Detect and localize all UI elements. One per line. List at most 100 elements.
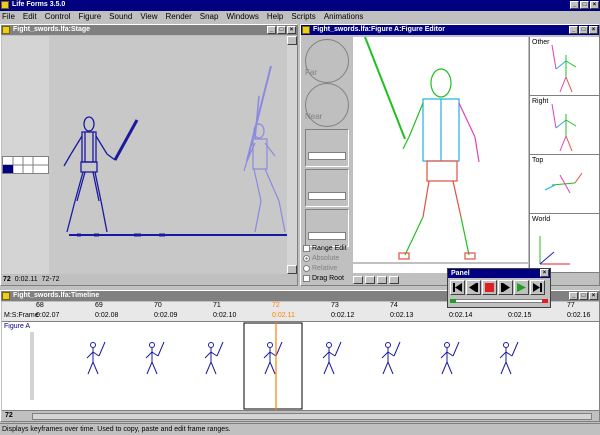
- maximize-icon[interactable]: □: [579, 292, 588, 300]
- keyframe-figure[interactable]: [204, 341, 224, 375]
- stage-title: Fight_swords.lfa:Stage: [13, 26, 91, 33]
- timeline-hscroll[interactable]: [32, 413, 592, 420]
- play-icon[interactable]: [514, 280, 529, 295]
- stage-window-icon: [2, 26, 10, 34]
- menu-item-scripts[interactable]: Scripts: [291, 11, 315, 23]
- ruler-frame: 68: [36, 302, 44, 309]
- checkbox-icon: [303, 274, 310, 282]
- go-to-end-icon[interactable]: [530, 280, 545, 295]
- ruler-frame: 71: [213, 302, 221, 309]
- view-toggle-icon[interactable]: [389, 276, 399, 284]
- timeline-footer-frame: 72: [5, 412, 13, 419]
- close-icon[interactable]: ×: [589, 292, 598, 300]
- ruler-frame: 77: [567, 302, 575, 309]
- step-back-icon[interactable]: [466, 280, 481, 295]
- ruler-frame: 69: [95, 302, 103, 309]
- timeline-track[interactable]: Figure A: [2, 322, 599, 410]
- timeline-keyframes[interactable]: [2, 322, 599, 410]
- keyframe-figure[interactable]: [263, 341, 283, 375]
- menu-item-edit[interactable]: Edit: [23, 11, 37, 23]
- menu-item-render[interactable]: Render: [166, 11, 192, 23]
- stage-titlebar: Fight_swords.lfa:Stage _ □ ×: [1, 25, 297, 35]
- ruler-frame: 70: [154, 302, 162, 309]
- stage-vscroll[interactable]: [287, 36, 297, 274]
- ruler-time: 0:02.16: [567, 312, 591, 319]
- close-icon[interactable]: ×: [589, 26, 598, 34]
- close-icon[interactable]: ×: [540, 269, 549, 277]
- menu-item-animations[interactable]: Animations: [324, 11, 364, 23]
- ruler-frame: 74: [390, 302, 398, 309]
- editor-canvas[interactable]: [353, 37, 528, 273]
- stage-grid-widget[interactable]: [2, 156, 49, 174]
- keyframe-figure[interactable]: [440, 341, 460, 375]
- figure-ghost: [243, 65, 286, 233]
- stop-icon[interactable]: [482, 280, 497, 295]
- menu-item-file[interactable]: File: [2, 11, 15, 23]
- menu-item-control[interactable]: Control: [45, 11, 71, 23]
- menu-item-sound[interactable]: Sound: [109, 11, 132, 23]
- ruler-time: 0:02.10: [213, 312, 237, 319]
- maximize-icon[interactable]: □: [277, 26, 286, 34]
- keyframe-figure[interactable]: [145, 341, 165, 375]
- ruler-frame: 73: [331, 302, 339, 309]
- joint-control-1[interactable]: [305, 129, 349, 167]
- menu-item-figure[interactable]: Figure: [78, 11, 101, 23]
- view-right[interactable]: Right: [530, 96, 599, 155]
- pan-icon[interactable]: [377, 276, 387, 284]
- ruler-time: 0:02.15: [508, 312, 532, 319]
- stage-viewport[interactable]: [49, 36, 287, 274]
- minimize-icon[interactable]: _: [569, 26, 578, 34]
- close-icon[interactable]: ×: [590, 1, 599, 9]
- joint-control-2[interactable]: [305, 169, 349, 207]
- go-to-start-icon[interactable]: [450, 280, 465, 295]
- status-text: Displays keyframes over time. Used to co…: [2, 426, 231, 433]
- timeline-window-icon: [2, 292, 10, 300]
- playback-panel: Panel ×: [447, 268, 551, 308]
- zoom-icon[interactable]: [353, 276, 363, 284]
- minimize-icon[interactable]: _: [569, 292, 578, 300]
- transport-controls: [448, 278, 550, 297]
- app-titlebar: Life Forms 3.5.0 _ □ ×: [0, 0, 600, 11]
- keyframe-figure[interactable]: [86, 341, 106, 375]
- stage-status: 72 0:02.11 72-72: [3, 276, 60, 283]
- current-frame-selection: [243, 322, 303, 410]
- step-forward-icon[interactable]: [498, 280, 513, 295]
- ruler-time: 0:02.08: [95, 312, 119, 319]
- app-icon: [1, 1, 9, 9]
- stage-window: Fight_swords.lfa:Stage _ □ × 72 0:02.11 …: [0, 24, 298, 286]
- timeline-row-label: M:S:Frame: [4, 312, 39, 319]
- timeline-footer: 72: [2, 410, 599, 421]
- maximize-icon[interactable]: □: [580, 1, 589, 9]
- menu-item-windows[interactable]: Windows: [226, 11, 258, 23]
- figure-editor-model[interactable]: [364, 37, 480, 260]
- playback-slider[interactable]: [450, 299, 548, 303]
- far-label: Far: [305, 68, 317, 77]
- view-thumbnail: [544, 172, 583, 194]
- minimize-icon[interactable]: _: [570, 1, 579, 9]
- view-other[interactable]: Other: [530, 37, 599, 96]
- view-thumbnail: [551, 103, 577, 152]
- close-icon[interactable]: ×: [287, 26, 296, 34]
- keyframe-figure[interactable]: [322, 341, 342, 375]
- keyframe-figure[interactable]: [499, 341, 519, 375]
- option-label: Absolute: [312, 254, 340, 262]
- joint-control-3[interactable]: [305, 209, 349, 247]
- maximize-icon[interactable]: □: [579, 26, 588, 34]
- editor-controls: Far Near Range Edit Absolute Relative Drag …: [303, 37, 351, 282]
- menu-item-snap[interactable]: Snap: [200, 11, 219, 23]
- keyframe-figure[interactable]: [381, 341, 401, 375]
- stage-canvas[interactable]: [49, 36, 287, 274]
- view-top[interactable]: Top: [530, 155, 599, 214]
- menu-item-help[interactable]: Help: [267, 11, 283, 23]
- ruler-time: 0:02.14: [449, 312, 473, 319]
- editor-viewport[interactable]: [353, 37, 528, 273]
- menu-item-view[interactable]: View: [140, 11, 157, 23]
- app-title: Life Forms 3.5.0: [12, 1, 66, 8]
- view-world[interactable]: World: [530, 214, 599, 273]
- minimize-icon[interactable]: _: [267, 26, 276, 34]
- figure-main[interactable]: [63, 116, 139, 233]
- ruler-time: 0:02.07: [36, 312, 60, 319]
- rotate-icon[interactable]: [365, 276, 375, 284]
- view-thumbnail: [551, 44, 577, 93]
- panel-title: Panel: [451, 270, 470, 277]
